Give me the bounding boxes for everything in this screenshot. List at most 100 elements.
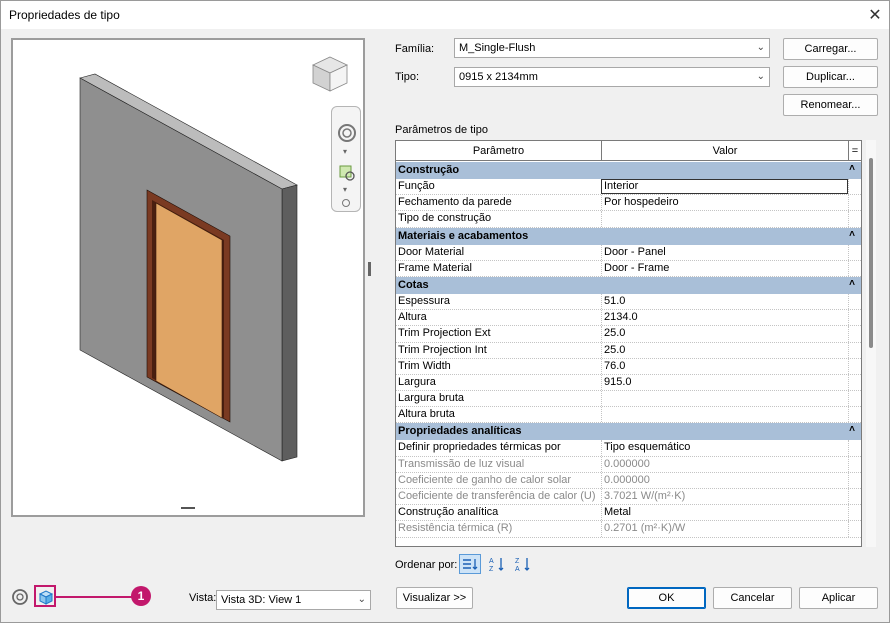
resize-grip[interactable] — [181, 507, 195, 509]
apply-button[interactable]: Aplicar — [799, 587, 878, 609]
parameter-value[interactable]: Metal — [604, 506, 848, 518]
type-value: 0915 x 2134mm — [459, 71, 538, 83]
table-row[interactable]: Espessura 51.0 — [396, 293, 861, 311]
parameter-value[interactable]: Door - Panel — [604, 246, 848, 258]
steering-wheel-icon[interactable] — [337, 123, 357, 143]
duplicate-button[interactable]: Duplicar... — [783, 66, 878, 88]
parameter-value: 0.2701 (m²·K)/W — [604, 522, 686, 535]
table-row[interactable]: Transmissão de luz visual 0.000000 — [396, 456, 861, 473]
table-row[interactable]: Função Interior — [396, 179, 861, 196]
collapse-chevron-icon[interactable]: ˄ — [849, 278, 855, 289]
load-button[interactable]: Carregar... — [783, 38, 878, 60]
table-row[interactable]: Trim Width 76.0 — [396, 358, 861, 375]
table-group-row[interactable]: Propriedades analíticas ˄ — [396, 423, 861, 441]
table-row[interactable]: Largura 915.0 — [396, 374, 861, 392]
sort-ascending-icon[interactable]: AZ — [486, 554, 508, 574]
cell-divider — [848, 472, 849, 488]
callout-line — [56, 596, 134, 598]
parameter-value[interactable]: 51.0 — [604, 295, 848, 307]
parameter-name: Largura bruta — [398, 392, 465, 405]
table-row[interactable]: Altura bruta — [396, 407, 861, 424]
cell-divider — [848, 326, 849, 342]
parameter-name: Trim Projection Int — [398, 343, 487, 356]
parameter-name: Altura — [398, 311, 427, 324]
table-row[interactable]: Resistência térmica (R) 0.2701 (m²·K)/W — [396, 521, 861, 538]
parameter-value[interactable]: Por hospedeiro — [604, 196, 848, 208]
viewcube-icon[interactable] — [309, 53, 351, 95]
cell-divider — [601, 326, 602, 342]
group-label: Cotas — [398, 278, 429, 291]
collapse-chevron-icon[interactable]: ˄ — [849, 424, 855, 435]
parameter-name: Coeficiente de ganho de calor solar — [398, 473, 572, 486]
preview-toggle-button[interactable]: Visualizar >> — [396, 587, 473, 609]
family-dropdown[interactable]: M_Single-Flush ⌄ — [454, 38, 770, 58]
table-group-row[interactable]: Construção ˄ — [396, 162, 861, 179]
table-row[interactable]: Definir propriedades térmicas por Tipo es… — [396, 440, 861, 457]
parameter-name: Largura — [398, 375, 436, 388]
sort-descending-icon[interactable]: ZA — [512, 554, 534, 574]
column-header-parameter[interactable]: Parâmetro — [396, 141, 602, 161]
collapse-chevron-icon[interactable]: ˄ — [849, 163, 855, 174]
column-header-equals[interactable]: = — [849, 141, 861, 161]
table-row[interactable]: Frame Material Door - Frame — [396, 260, 861, 277]
chevron-down-icon[interactable]: ▾ — [343, 147, 347, 156]
table-row[interactable]: Largura bruta — [396, 391, 861, 408]
type-parameters-title: Parâmetros de tipo — [395, 124, 488, 136]
parameter-value[interactable]: Tipo esquemático — [604, 441, 848, 453]
table-body: Construção ˄ Função Interior Fechamento da p… — [396, 162, 861, 538]
view-dropdown[interactable]: Vista 3D: View 1 ⌄ — [216, 590, 371, 610]
parameter-value[interactable]: 25.0 — [604, 344, 848, 356]
collapse-chevron-icon[interactable]: ˄ — [849, 229, 855, 240]
cell-divider — [601, 342, 602, 358]
door-preview-graphic — [79, 73, 298, 462]
table-row[interactable]: Altura 2134.0 — [396, 310, 861, 327]
minimize-icon[interactable] — [342, 199, 350, 207]
rename-button[interactable]: Renomear... — [783, 94, 878, 116]
cell-divider — [601, 310, 602, 326]
family-label: Família: — [395, 43, 435, 55]
preview-3d-view[interactable]: ▾ ▾ — [11, 38, 365, 517]
cancel-button[interactable]: Cancelar — [713, 587, 792, 609]
parameter-name: Construção analítica — [398, 506, 499, 519]
cell-divider — [601, 505, 602, 521]
chevron-down-icon[interactable]: ▾ — [343, 185, 347, 194]
type-dropdown[interactable]: 0915 x 2134mm ⌄ — [454, 67, 770, 87]
parameter-value[interactable]: 2134.0 — [604, 311, 848, 323]
cell-divider — [601, 391, 602, 407]
table-row[interactable]: Tipo de construção — [396, 211, 861, 228]
ok-button[interactable]: OK — [627, 587, 706, 609]
table-row[interactable]: Construção analítica Metal — [396, 505, 861, 522]
parameter-value[interactable]: 25.0 — [604, 327, 848, 339]
table-row[interactable]: Fechamento da parede Por hospedeiro — [396, 195, 861, 212]
view-cube-toggle-icon[interactable] — [36, 587, 56, 607]
table-row[interactable]: Coeficiente de ganho de calor solar 0.000… — [396, 472, 861, 489]
parameter-name: Trim Projection Ext — [398, 327, 491, 340]
group-label: Materiais e acabamentos — [398, 229, 529, 242]
type-label: Tipo: — [395, 71, 420, 83]
parameter-value[interactable]: 915.0 — [604, 376, 848, 388]
parameter-value[interactable]: 76.0 — [604, 360, 848, 372]
cell-divider — [601, 440, 602, 456]
cell-divider — [601, 456, 602, 472]
table-group-row[interactable]: Materiais e acabamentos ˄ — [396, 227, 861, 245]
cell-divider — [848, 244, 849, 260]
table-row[interactable]: Trim Projection Int 25.0 — [396, 342, 861, 359]
close-icon[interactable]: ✕ — [860, 0, 890, 30]
table-row[interactable]: Coeficiente de transferência de calor (U… — [396, 489, 861, 506]
callout-number: 1 — [131, 586, 151, 606]
column-header-value[interactable]: Valor — [602, 141, 849, 161]
cell-divider — [848, 407, 849, 423]
scrollbar-thumb[interactable] — [869, 158, 873, 348]
table-row[interactable]: Trim Projection Ext 25.0 — [396, 326, 861, 343]
table-group-row[interactable]: Cotas ˄ — [396, 276, 861, 294]
cell-divider — [848, 358, 849, 374]
steering-wheel-icon[interactable] — [10, 587, 30, 607]
table-scrollbar[interactable] — [866, 140, 876, 547]
parameter-value[interactable]: Interior — [601, 179, 848, 194]
table-row[interactable]: Door Material Door - Panel — [396, 244, 861, 261]
splitter-grip[interactable] — [368, 262, 371, 276]
sort-grouped-icon[interactable] — [459, 554, 481, 574]
cell-divider — [848, 391, 849, 407]
zoom-icon[interactable] — [337, 163, 357, 183]
parameter-value[interactable]: Door - Frame — [604, 262, 848, 274]
